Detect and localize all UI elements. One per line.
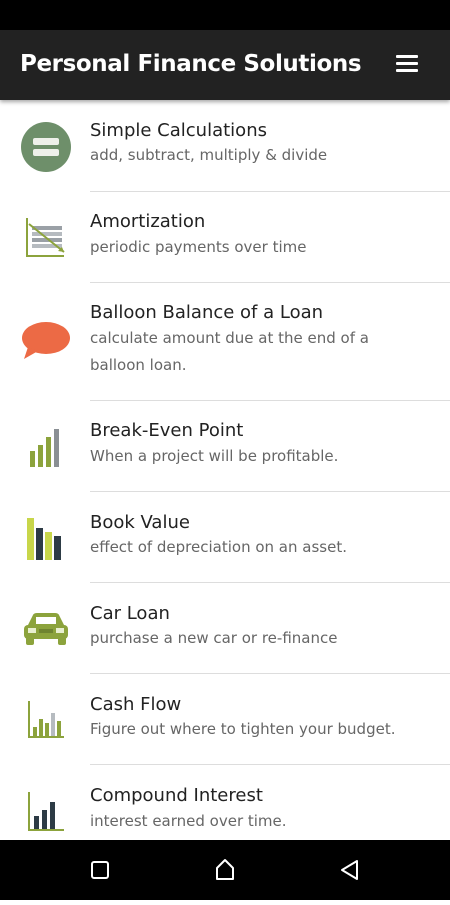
list-item-simple-calculations[interactable]: Simple Calculations add, subtract, multi… bbox=[0, 100, 450, 191]
list-item-amortization[interactable]: Amortization periodic payments over time bbox=[0, 192, 450, 282]
books-icon bbox=[27, 518, 61, 560]
item-title: Compound Interest bbox=[90, 785, 263, 806]
cash-flow-chart-icon bbox=[28, 701, 64, 738]
list-item-car-loan[interactable]: Car Loan purchase a new car or re-financ… bbox=[0, 583, 450, 673]
navigation-bar bbox=[0, 840, 450, 900]
app-bar: Personal Finance Solutions bbox=[0, 30, 450, 100]
app-title: Personal Finance Solutions bbox=[20, 51, 362, 77]
equals-icon bbox=[21, 122, 71, 172]
triangle-back-icon[interactable] bbox=[320, 840, 380, 900]
square-recents-icon[interactable] bbox=[70, 840, 130, 900]
car-icon bbox=[24, 613, 68, 645]
item-subtitle: effect of depreciation on an asset. bbox=[90, 538, 347, 556]
item-subtitle: purchase a new car or re-finance bbox=[90, 629, 338, 647]
item-subtitle: periodic payments over time bbox=[90, 238, 307, 256]
speech-balloon-icon bbox=[22, 322, 70, 359]
amortization-chart-icon bbox=[26, 218, 65, 257]
item-title: Balloon Balance of a Loan bbox=[90, 302, 324, 323]
item-title: Amortization bbox=[90, 211, 206, 232]
item-title: Car Loan bbox=[90, 603, 170, 624]
bar-chart-icon bbox=[30, 429, 59, 467]
item-subtitle: interest earned over time. bbox=[90, 812, 287, 830]
growth-chart-icon bbox=[28, 792, 64, 831]
home-icon[interactable] bbox=[195, 840, 255, 900]
item-title: Simple Calculations bbox=[90, 120, 267, 141]
list-item-compound-interest[interactable]: Compound Interest interest earned over t… bbox=[0, 765, 450, 840]
item-subtitle: When a project will be profitable. bbox=[90, 447, 339, 465]
item-subtitle: calculate amount due at the end of a bal… bbox=[90, 329, 369, 374]
status-bar bbox=[0, 0, 450, 30]
list-item-cash-flow[interactable]: Cash Flow Figure out where to tighten yo… bbox=[0, 674, 450, 764]
item-title: Cash Flow bbox=[90, 694, 182, 715]
calculator-list: Simple Calculations add, subtract, multi… bbox=[0, 100, 450, 840]
list-item-balloon-balance[interactable]: Balloon Balance of a Loan calculate amou… bbox=[0, 283, 450, 400]
item-title: Book Value bbox=[90, 512, 190, 533]
list-item-break-even-point[interactable]: Break-Even Point When a project will be … bbox=[0, 401, 450, 491]
item-subtitle: add, subtract, multiply & divide bbox=[90, 146, 328, 164]
hamburger-menu-icon[interactable] bbox=[394, 54, 420, 74]
item-subtitle: Figure out where to tighten your budget. bbox=[90, 720, 396, 738]
list-item-book-value[interactable]: Book Value effect of depreciation on an … bbox=[0, 492, 450, 582]
item-title: Break-Even Point bbox=[90, 420, 244, 441]
